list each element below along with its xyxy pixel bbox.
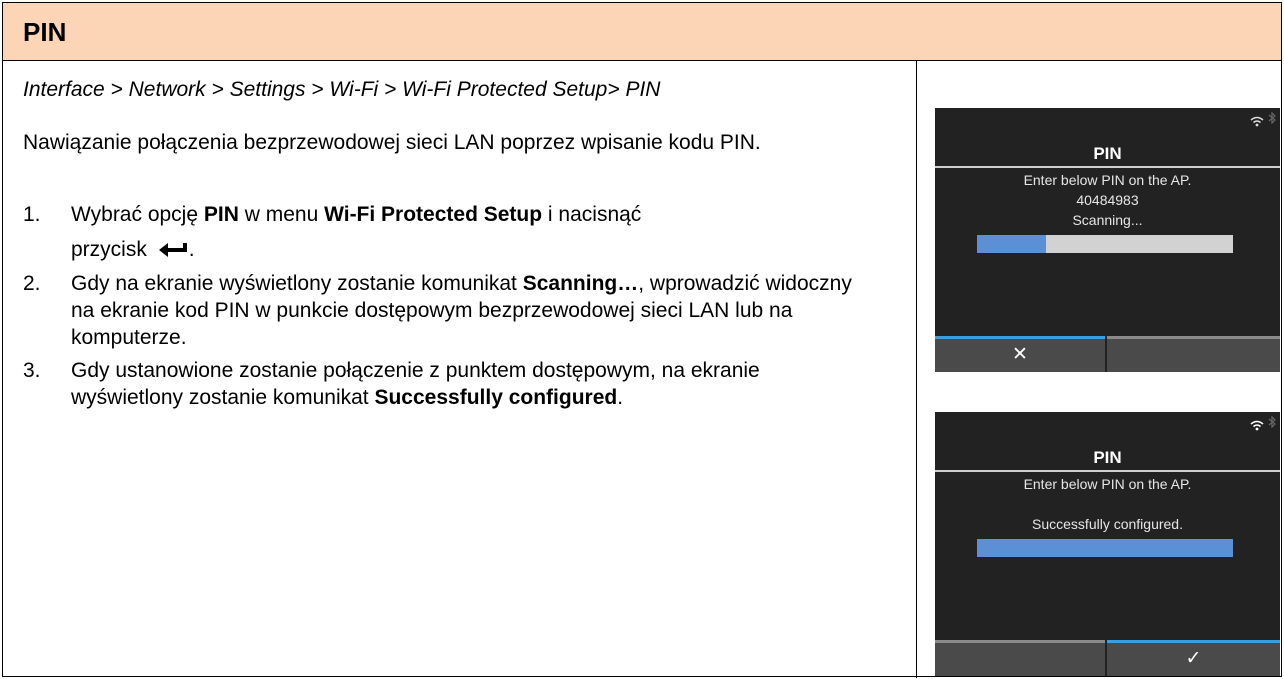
step-bold: Scanning… bbox=[522, 271, 639, 295]
step-3: 3. Gdy ustanowione zostanie połączenie z… bbox=[23, 357, 873, 411]
step-bold: Successfully configured bbox=[374, 385, 618, 409]
screen-instruction: Enter below PIN on the AP. bbox=[1023, 476, 1192, 492]
bluetooth-icon bbox=[1268, 111, 1276, 127]
softkey-accent bbox=[1107, 640, 1280, 643]
cancel-softkey[interactable]: ✕ bbox=[935, 336, 1105, 372]
close-icon: ✕ bbox=[1012, 344, 1028, 365]
step-number: 3. bbox=[23, 358, 41, 382]
softkey-accent bbox=[935, 640, 1105, 643]
instructions-panel: Interface > Network > Settings > Wi-Fi >… bbox=[3, 61, 916, 678]
step-bold: PIN bbox=[203, 203, 239, 226]
progress-bar bbox=[977, 235, 1233, 253]
screen-title: PIN bbox=[1093, 448, 1122, 467]
screen-title: PIN bbox=[1093, 144, 1122, 163]
progress-fill bbox=[977, 539, 1233, 557]
step-text: Wybrać opcję bbox=[71, 203, 204, 226]
intro-text: Nawiązanie połączenia bezprzewodowej sie… bbox=[23, 131, 761, 154]
ok-softkey[interactable]: ✓ bbox=[1107, 640, 1280, 676]
softkey-accent bbox=[935, 336, 1105, 339]
printer-screen-scanning: PIN Enter below PIN on the AP. 40484983 … bbox=[935, 108, 1280, 372]
step-number: 2. bbox=[23, 271, 41, 295]
page-title: PIN bbox=[23, 17, 67, 47]
steps-list: 1. Wybrać opcję PIN w menu Wi-Fi Protect… bbox=[23, 201, 873, 417]
screen-title-rule bbox=[935, 166, 1280, 168]
step-1-line-2: przycisk . bbox=[71, 236, 873, 264]
softkey-bar: ✓ bbox=[935, 640, 1280, 676]
screen-instruction: Enter below PIN on the AP. bbox=[1023, 172, 1192, 188]
progress-fill bbox=[977, 235, 1047, 253]
printer-screen-success: PIN Enter below PIN on the AP. Successfu… bbox=[935, 412, 1280, 676]
wifi-icon bbox=[1250, 114, 1264, 132]
screen-status: Successfully configured. bbox=[1032, 516, 1183, 532]
screen-status: Scanning... bbox=[1072, 212, 1143, 228]
step-text: . bbox=[188, 238, 195, 261]
right-softkey[interactable] bbox=[1107, 336, 1280, 372]
softkey-accent bbox=[1107, 336, 1280, 339]
step-text: i nacisnąć bbox=[542, 203, 642, 226]
step-text: w menu bbox=[238, 203, 325, 226]
screen-title-rule bbox=[935, 470, 1280, 472]
breadcrumb: Interface > Network > Settings > Wi-Fi >… bbox=[23, 78, 661, 101]
step-2: 2. Gdy na ekranie wyświetlony zostanie k… bbox=[23, 270, 873, 351]
left-softkey[interactable] bbox=[935, 640, 1105, 676]
step-text: przycisk bbox=[71, 238, 153, 261]
softkey-bar: ✕ bbox=[935, 336, 1280, 372]
step-number: 1. bbox=[23, 203, 41, 226]
wifi-icon bbox=[1250, 418, 1264, 436]
bluetooth-icon bbox=[1268, 415, 1276, 431]
checkmark-icon: ✓ bbox=[1185, 648, 1202, 669]
step-bold: Wi-Fi Protected Setup bbox=[324, 203, 543, 226]
screen-pin-code: 40484983 bbox=[1076, 192, 1139, 208]
progress-bar bbox=[977, 539, 1233, 557]
enter-key-icon bbox=[158, 237, 189, 264]
step-1: 1. Wybrać opcję PIN w menu Wi-Fi Protect… bbox=[23, 201, 873, 264]
step-text: Gdy na ekranie wyświetlony zostanie komu… bbox=[71, 271, 523, 295]
column-divider bbox=[916, 61, 917, 678]
section-header: PIN bbox=[3, 3, 1281, 61]
step-text: . bbox=[617, 385, 624, 409]
